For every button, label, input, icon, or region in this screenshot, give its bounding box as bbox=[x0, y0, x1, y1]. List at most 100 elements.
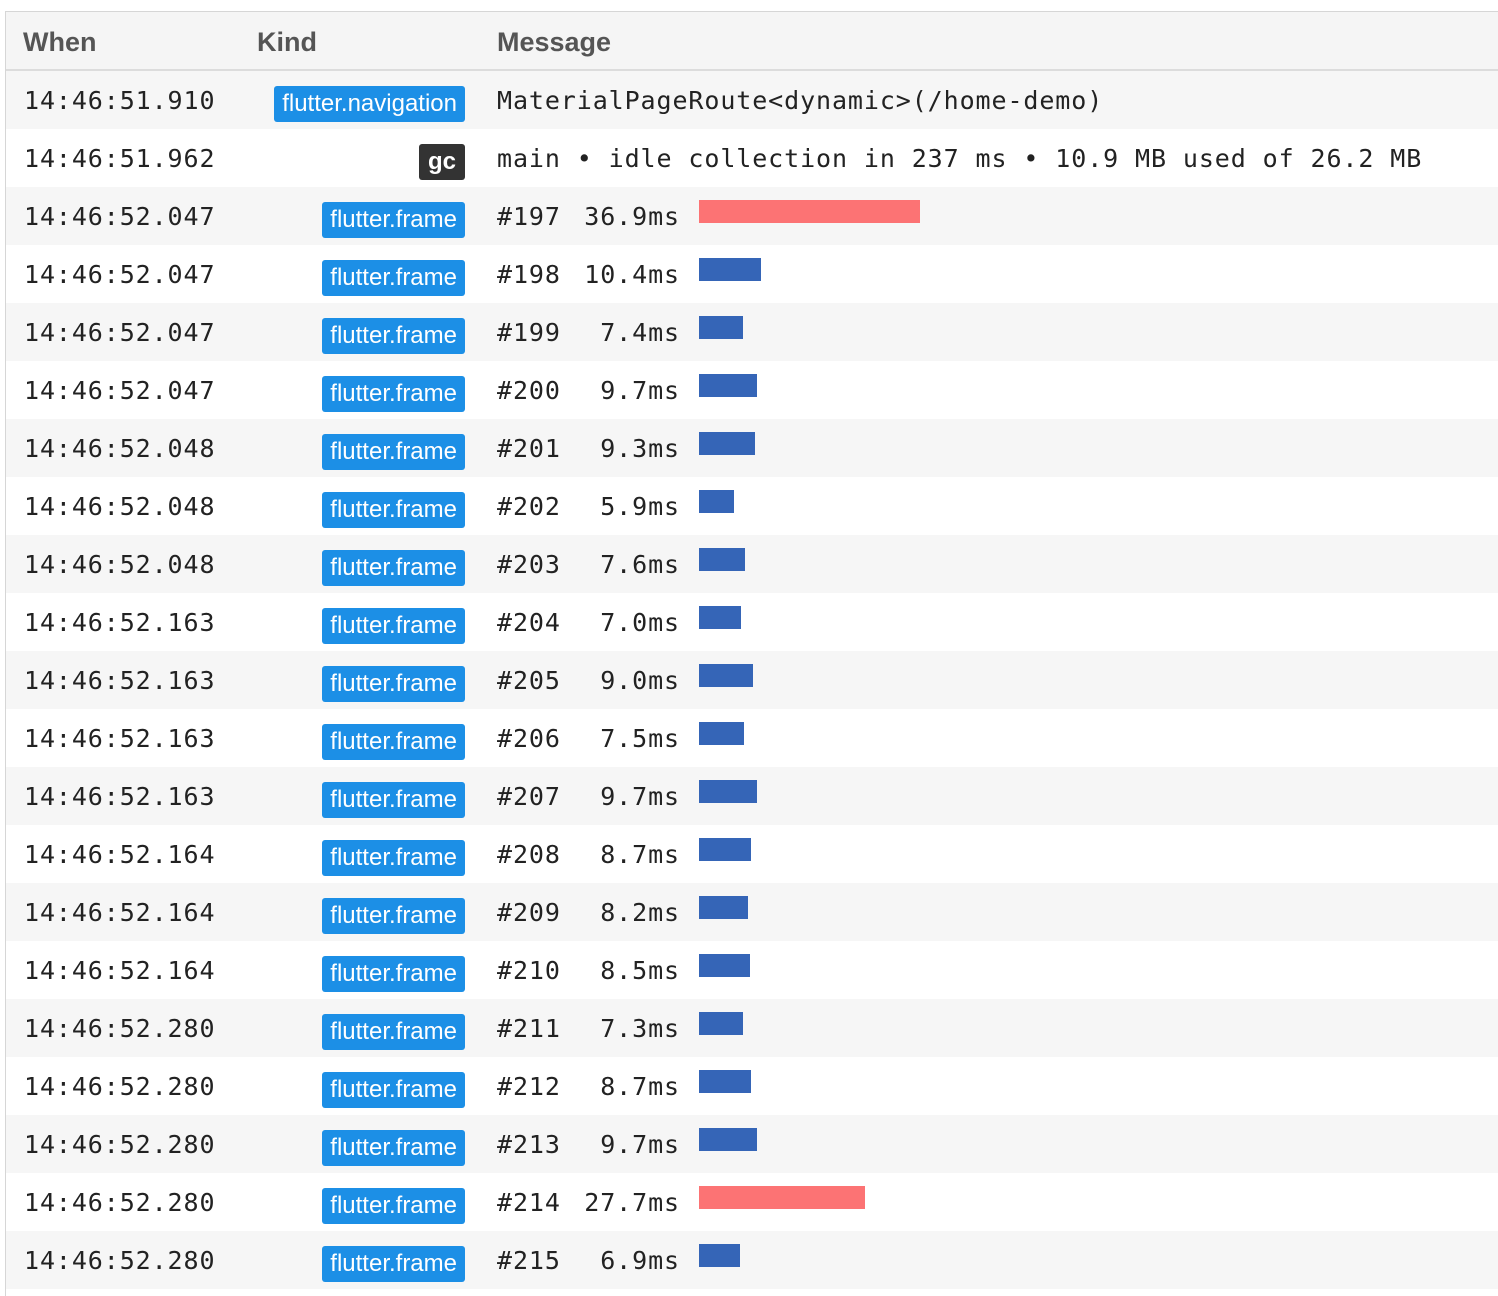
frame-duration-bar bbox=[699, 1128, 757, 1151]
table-body: 14:46:51.910 flutter.navigation MaterialPa… bbox=[6, 71, 1498, 1289]
table-row[interactable]: 14:46:52.163 flutter.frame #204 7.0ms bbox=[6, 593, 1498, 651]
frame-duration: 6.9ms bbox=[600, 1246, 680, 1275]
table-row[interactable]: 14:46:52.163 flutter.frame #207 9.7ms bbox=[6, 767, 1498, 825]
when-cell: 14:46:52.164 bbox=[24, 840, 216, 869]
when-cell: 14:46:52.164 bbox=[24, 956, 216, 985]
frame-duration: 8.7ms bbox=[600, 1072, 680, 1101]
slow-frame-bar bbox=[699, 1186, 865, 1209]
kind-cell: flutter.frame bbox=[246, 535, 465, 593]
message-cell: #210 8.5ms bbox=[497, 941, 680, 999]
when-cell: 14:46:51.910 bbox=[24, 86, 216, 115]
frame-duration: 7.0ms bbox=[600, 608, 680, 637]
table-row[interactable]: 14:46:52.048 flutter.frame #202 5.9ms bbox=[6, 477, 1498, 535]
frame-number: #212 bbox=[497, 1072, 561, 1101]
kind-cell: flutter.frame bbox=[246, 1057, 465, 1115]
frame-number: #210 bbox=[497, 956, 561, 985]
when-cell: 14:46:52.163 bbox=[24, 608, 216, 637]
table-row[interactable]: 14:46:52.163 flutter.frame #206 7.5ms bbox=[6, 709, 1498, 767]
slow-frame-bar bbox=[699, 200, 920, 223]
frame-duration: 8.7ms bbox=[600, 840, 680, 869]
message-cell: #207 9.7ms bbox=[497, 767, 680, 825]
kind-badge: flutter.frame bbox=[322, 1130, 465, 1166]
table-row[interactable]: 14:46:52.164 flutter.frame #208 8.7ms bbox=[6, 825, 1498, 883]
kind-badge: flutter.frame bbox=[322, 898, 465, 934]
column-header-when[interactable]: When bbox=[23, 12, 97, 71]
frame-duration: 8.5ms bbox=[600, 956, 680, 985]
table-row[interactable]: 14:46:52.047 flutter.frame #198 10.4ms bbox=[6, 245, 1498, 303]
frame-number: #203 bbox=[497, 550, 561, 579]
kind-badge: flutter.navigation bbox=[274, 86, 465, 122]
frame-number: #204 bbox=[497, 608, 561, 637]
kind-cell: flutter.frame bbox=[246, 825, 465, 883]
column-header-message[interactable]: Message bbox=[497, 12, 611, 71]
table-row[interactable]: 14:46:52.047 flutter.frame #200 9.7ms bbox=[6, 361, 1498, 419]
when-cell: 14:46:51.962 bbox=[24, 144, 216, 173]
kind-cell: gc bbox=[246, 129, 465, 187]
frame-duration: 7.4ms bbox=[600, 318, 680, 347]
when-cell: 14:46:52.163 bbox=[24, 666, 216, 695]
kind-badge: flutter.frame bbox=[322, 956, 465, 992]
table-row[interactable]: 14:46:52.048 flutter.frame #203 7.6ms bbox=[6, 535, 1498, 593]
kind-cell: flutter.frame bbox=[246, 999, 465, 1057]
when-cell: 14:46:52.048 bbox=[24, 550, 216, 579]
kind-badge: flutter.frame bbox=[322, 550, 465, 586]
frame-number: #201 bbox=[497, 434, 561, 463]
frame-number: #214 bbox=[497, 1188, 561, 1217]
table-row[interactable]: 14:46:52.280 flutter.frame #215 6.9ms bbox=[6, 1231, 1498, 1289]
frame-duration-bar bbox=[699, 1244, 740, 1267]
message-cell: #213 9.7ms bbox=[497, 1115, 680, 1173]
message-cell: #214 27.7ms bbox=[497, 1173, 680, 1231]
frame-duration-bar bbox=[699, 432, 755, 455]
when-cell: 14:46:52.164 bbox=[24, 898, 216, 927]
when-cell: 14:46:52.280 bbox=[24, 1246, 216, 1275]
frame-duration: 8.2ms bbox=[600, 898, 680, 927]
table-row[interactable]: 14:46:52.280 flutter.frame #212 8.7ms bbox=[6, 1057, 1498, 1115]
frame-duration-bar bbox=[699, 374, 757, 397]
frame-number: #211 bbox=[497, 1014, 561, 1043]
kind-cell: flutter.frame bbox=[246, 303, 465, 361]
table-row[interactable]: 14:46:52.164 flutter.frame #209 8.2ms bbox=[6, 883, 1498, 941]
kind-cell: flutter.frame bbox=[246, 767, 465, 825]
kind-badge: flutter.frame bbox=[322, 782, 465, 818]
table-row[interactable]: 14:46:52.163 flutter.frame #205 9.0ms bbox=[6, 651, 1498, 709]
message-cell: #211 7.3ms bbox=[497, 999, 680, 1057]
table-row[interactable]: 14:46:52.047 flutter.frame #199 7.4ms bbox=[6, 303, 1498, 361]
column-header-kind[interactable]: Kind bbox=[257, 12, 317, 71]
kind-badge: flutter.frame bbox=[322, 434, 465, 470]
table-row[interactable]: 14:46:51.910 flutter.navigation MaterialPa… bbox=[6, 71, 1498, 129]
frame-duration-bar bbox=[699, 490, 734, 513]
table-row[interactable]: 14:46:52.280 flutter.frame #214 27.7ms bbox=[6, 1173, 1498, 1231]
kind-badge: flutter.frame bbox=[322, 318, 465, 354]
message-cell: #215 6.9ms bbox=[497, 1231, 680, 1289]
kind-cell: flutter.frame bbox=[246, 941, 465, 999]
frame-duration: 7.5ms bbox=[600, 724, 680, 753]
when-cell: 14:46:52.280 bbox=[24, 1072, 216, 1101]
frame-duration-bar bbox=[699, 1012, 743, 1035]
message-cell: #198 10.4ms bbox=[497, 245, 680, 303]
frame-duration-bar bbox=[699, 838, 751, 861]
frame-duration: 27.7ms bbox=[584, 1188, 680, 1217]
when-cell: 14:46:52.047 bbox=[24, 202, 216, 231]
frame-duration-bar bbox=[699, 548, 745, 571]
when-cell: 14:46:52.048 bbox=[24, 434, 216, 463]
frame-duration-bar bbox=[699, 954, 750, 977]
frame-number: #206 bbox=[497, 724, 561, 753]
frame-duration: 5.9ms bbox=[600, 492, 680, 521]
message-cell: #208 8.7ms bbox=[497, 825, 680, 883]
kind-cell: flutter.frame bbox=[246, 187, 465, 245]
kind-cell: flutter.frame bbox=[246, 883, 465, 941]
table-row[interactable]: 14:46:51.962 gc main • idle collection in … bbox=[6, 129, 1498, 187]
table-row[interactable]: 14:46:52.047 flutter.frame #197 36.9ms bbox=[6, 187, 1498, 245]
table-row[interactable]: 14:46:52.280 flutter.frame #211 7.3ms bbox=[6, 999, 1498, 1057]
kind-badge: flutter.frame bbox=[322, 492, 465, 528]
message-cell: #197 36.9ms bbox=[497, 187, 680, 245]
frame-number: #215 bbox=[497, 1246, 561, 1275]
table-row[interactable]: 14:46:52.164 flutter.frame #210 8.5ms bbox=[6, 941, 1498, 999]
frame-duration: 9.7ms bbox=[600, 376, 680, 405]
kind-cell: flutter.frame bbox=[246, 419, 465, 477]
frame-number: #202 bbox=[497, 492, 561, 521]
frame-duration-bar bbox=[699, 258, 761, 281]
table-row[interactable]: 14:46:52.048 flutter.frame #201 9.3ms bbox=[6, 419, 1498, 477]
table-row[interactable]: 14:46:52.280 flutter.frame #213 9.7ms bbox=[6, 1115, 1498, 1173]
message-cell: main • idle collection in 237 ms • 10.9 … bbox=[497, 144, 1423, 173]
